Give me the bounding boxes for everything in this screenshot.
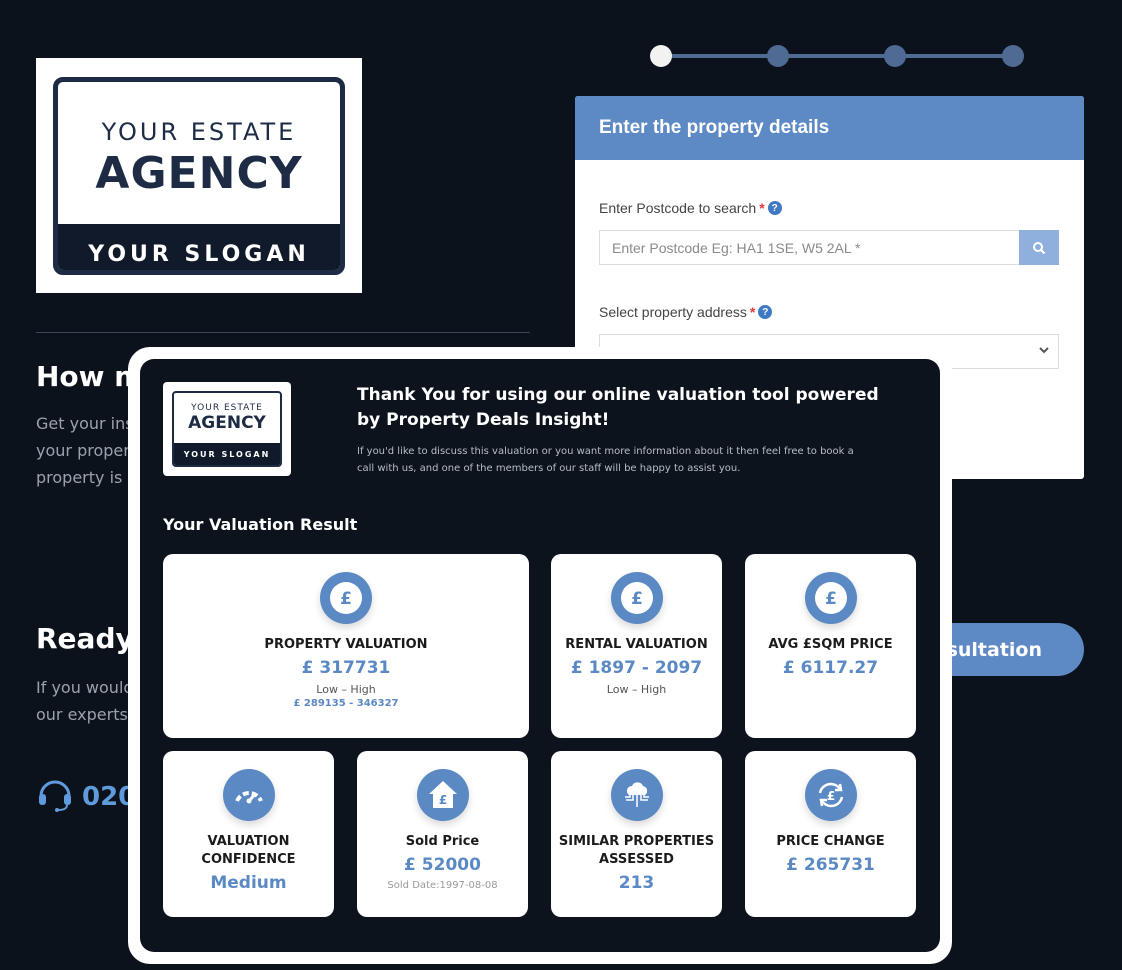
pound-icon: £ xyxy=(610,572,663,624)
result-title: Thank You for using our online valuation… xyxy=(357,385,879,430)
gauge-icon xyxy=(222,769,275,821)
phone-link[interactable]: 020 xyxy=(36,774,136,819)
headset-icon xyxy=(36,774,74,819)
postcode-label: Enter Postcode to search *? xyxy=(599,200,782,216)
form-title: Enter the property details xyxy=(575,96,1084,160)
divider xyxy=(36,332,530,333)
step-1 xyxy=(650,45,672,67)
postcode-input[interactable] xyxy=(599,230,1019,265)
svg-text:£: £ xyxy=(438,793,446,807)
svg-text:£: £ xyxy=(826,789,834,803)
help-icon[interactable]: ? xyxy=(758,305,773,319)
svg-text:£: £ xyxy=(340,589,352,609)
progress-stepper xyxy=(650,44,1024,68)
tile-property-valuation: £ PROPERTY VALUATION £ 317731 Low – High… xyxy=(163,554,529,738)
logo-line1: YOUR ESTATE xyxy=(101,117,297,146)
chevron-down-icon xyxy=(1039,347,1049,354)
valuation-result-modal: YOUR ESTATE AGENCY YOUR SLOGAN Thank You… xyxy=(128,347,952,964)
tile-rental-valuation: £ RENTAL VALUATION £ 1897 - 2097 Low – H… xyxy=(551,554,722,738)
tile-valuation-confidence: VALUATION CONFIDENCE Medium xyxy=(163,751,334,917)
tile-avg-sqm-price: £ AVG £SQM PRICE £ 6117.27 xyxy=(745,554,916,738)
step-3 xyxy=(884,45,906,67)
search-icon xyxy=(1033,241,1046,254)
postcode-search-button[interactable] xyxy=(1019,230,1059,265)
pound-icon: £ xyxy=(320,572,372,624)
svg-text:£: £ xyxy=(825,589,837,609)
tile-similar-properties: SIMILAR PROPERTIES ASSESSED 213 xyxy=(551,751,722,917)
help-icon[interactable]: ? xyxy=(767,201,782,215)
logo-line2: AGENCY xyxy=(95,147,303,199)
logo-slogan: YOUR SLOGAN xyxy=(58,224,340,270)
tile-price-change: £ PRICE CHANGE £ 265731 xyxy=(745,751,916,917)
pound-icon: £ xyxy=(804,572,857,624)
result-description: If you'd like to discuss this valuation … xyxy=(357,446,854,474)
pound-cycle-icon: £ xyxy=(804,769,857,821)
agency-logo: YOUR ESTATE AGENCY YOUR SLOGAN xyxy=(36,58,362,293)
tile-sold-price: £ Sold Price £ 52000 Sold Date:1997-08-0… xyxy=(357,751,528,917)
result-agency-logo: YOUR ESTATE AGENCY YOUR SLOGAN xyxy=(163,382,291,476)
house-pound-icon: £ xyxy=(416,769,469,821)
svg-text:£: £ xyxy=(631,589,643,609)
step-2 xyxy=(767,45,789,67)
valuation-result-heading: Your Valuation Result xyxy=(163,515,358,534)
step-4 xyxy=(1002,45,1024,67)
address-label: Select property address *? xyxy=(599,304,773,320)
cloud-network-icon xyxy=(610,769,663,821)
